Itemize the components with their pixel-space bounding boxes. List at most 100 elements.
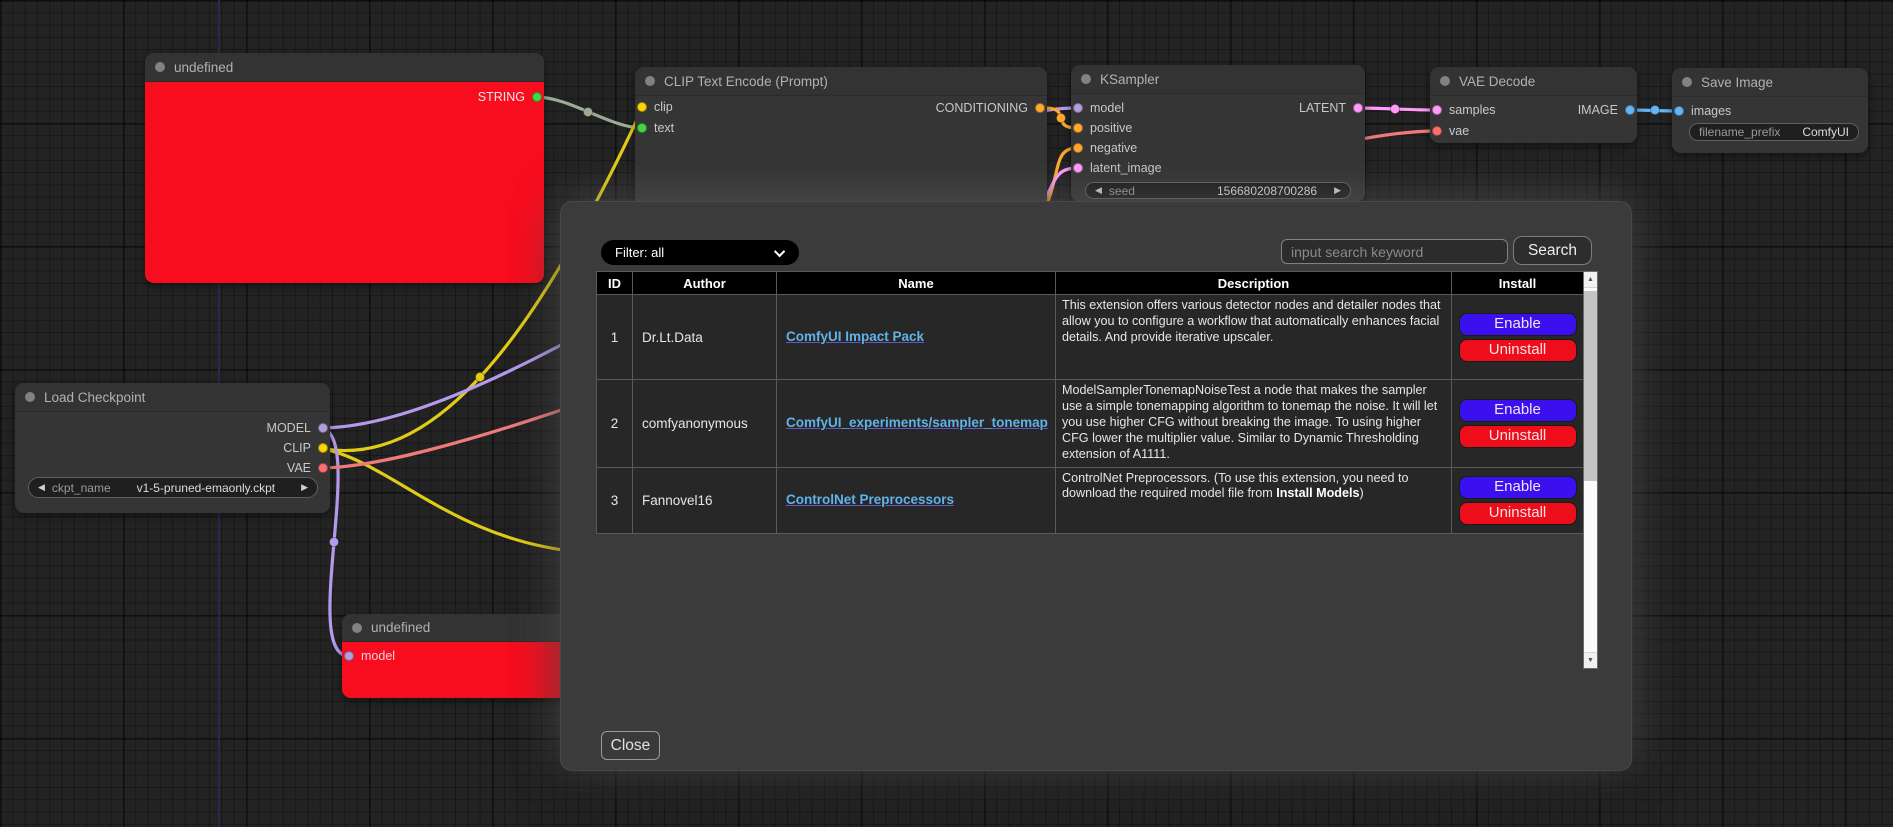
collapse-dot-icon[interactable]: [25, 392, 35, 402]
latent-slot-dot[interactable]: [1353, 103, 1363, 113]
node-title: undefined: [371, 620, 430, 635]
slot-label: images: [1691, 104, 1731, 118]
scrollbar-thumb[interactable]: [1584, 291, 1597, 481]
vae-slot-dot[interactable]: [318, 463, 328, 473]
model-slot-dot[interactable]: [1073, 103, 1083, 113]
node-title-bar[interactable]: undefined: [145, 53, 544, 82]
slot-label: model: [1090, 101, 1124, 115]
cell-install: Enable Uninstall: [1452, 467, 1584, 533]
input-slot-samples: samples: [1432, 102, 1496, 118]
collapse-dot-icon[interactable]: [1682, 77, 1692, 87]
model-slot-dot[interactable]: [318, 423, 328, 433]
ckpt-name-widget[interactable]: ◀ ckpt_name v1-5-pruned-emaonly.ckpt ▶: [28, 477, 318, 498]
node-title-bar[interactable]: VAE Decode: [1430, 67, 1637, 96]
link-midpoint-dot[interactable]: [329, 537, 338, 546]
scroll-down-icon[interactable]: ▼: [1584, 652, 1597, 668]
collapse-dot-icon[interactable]: [352, 623, 362, 633]
cell-description: ControlNet Preprocessors. (To use this e…: [1056, 467, 1452, 533]
node-title-bar[interactable]: KSampler: [1071, 65, 1365, 94]
image-slot-dot[interactable]: [1625, 105, 1635, 115]
cell-install: Enable Uninstall: [1452, 380, 1584, 468]
negative-slot-dot[interactable]: [1073, 143, 1083, 153]
extension-link[interactable]: ControlNet Preprocessors: [786, 492, 954, 507]
widget-name: filename_prefix: [1699, 125, 1780, 139]
node-title: undefined: [174, 60, 233, 75]
collapse-dot-icon[interactable]: [1081, 74, 1091, 84]
extension-table: ID Author Name Description Install 1 Dr.…: [596, 271, 1584, 534]
latent-image-slot-dot[interactable]: [1073, 163, 1083, 173]
vae-slot-dot[interactable]: [1432, 126, 1442, 136]
conditioning-slot-dot[interactable]: [1035, 103, 1045, 113]
collapse-dot-icon[interactable]: [155, 62, 165, 72]
col-header-id: ID: [597, 272, 633, 295]
uninstall-button[interactable]: Uninstall: [1459, 502, 1577, 525]
decrement-arrow-icon[interactable]: ◀: [38, 483, 45, 492]
collapse-dot-icon[interactable]: [1440, 76, 1450, 86]
input-slot-text: text: [637, 120, 674, 136]
enable-button[interactable]: Enable: [1459, 399, 1577, 422]
link-midpoint-dot[interactable]: [475, 372, 484, 381]
seed-widget[interactable]: ◀ seed 156680208700286 ▶: [1085, 182, 1351, 199]
cell-id: 2: [597, 380, 633, 468]
slot-label: model: [361, 649, 395, 663]
enable-button[interactable]: Enable: [1459, 476, 1577, 499]
search-button[interactable]: Search: [1513, 236, 1592, 265]
uninstall-button[interactable]: Uninstall: [1459, 425, 1577, 448]
text-slot-dot[interactable]: [637, 123, 647, 133]
filter-dropdown[interactable]: Filter: all: [601, 240, 799, 265]
cell-description: ModelSamplerTonemapNoiseTest a node that…: [1056, 380, 1452, 468]
increment-arrow-icon[interactable]: ▶: [301, 483, 308, 492]
node-save-image[interactable]: Save Image images filename_prefix ComfyU…: [1672, 68, 1868, 153]
cell-author: Dr.Lt.Data: [633, 295, 777, 380]
table-scrollbar[interactable]: ▲ ▼: [1583, 271, 1598, 669]
string-slot-dot[interactable]: [532, 92, 542, 102]
node-ksampler[interactable]: KSampler model positive negative latent_…: [1071, 65, 1365, 202]
output-slot-image: IMAGE: [1578, 102, 1635, 118]
output-slot-vae: VAE: [287, 460, 328, 476]
slot-label: CONDITIONING: [936, 101, 1028, 115]
extension-link[interactable]: ComfyUI_experiments/sampler_tonemap: [786, 415, 1048, 430]
input-slot-images: images: [1674, 103, 1731, 119]
clip-slot-dot[interactable]: [318, 443, 328, 453]
extension-manager-dialog: Filter: all Search ID Author Name Descri…: [560, 201, 1632, 771]
model-slot-dot[interactable]: [344, 651, 354, 661]
close-button[interactable]: Close: [601, 731, 660, 760]
node-clip-text-encode[interactable]: CLIP Text Encode (Prompt) clip text COND…: [635, 67, 1047, 207]
chevron-down-icon: [774, 245, 785, 256]
increment-arrow-icon[interactable]: ▶: [1334, 186, 1341, 195]
widget-value: 156680208700286: [1142, 184, 1327, 198]
node-graph-canvas[interactable]: undefined STRING CLIP Text Encode (Promp…: [0, 0, 1893, 827]
clip-slot-dot[interactable]: [637, 102, 647, 112]
node-undefined-top[interactable]: undefined STRING: [145, 53, 544, 283]
positive-slot-dot[interactable]: [1073, 123, 1083, 133]
scroll-up-icon[interactable]: ▲: [1584, 272, 1597, 288]
link-midpoint-dot[interactable]: [1390, 104, 1399, 113]
search-input[interactable]: [1281, 239, 1508, 264]
slot-label: latent_image: [1090, 161, 1162, 175]
filename-prefix-widget[interactable]: filename_prefix ComfyUI: [1689, 123, 1859, 141]
node-title-bar[interactable]: CLIP Text Encode (Prompt): [635, 67, 1047, 96]
images-slot-dot[interactable]: [1674, 106, 1684, 116]
link-midpoint-dot[interactable]: [1056, 113, 1065, 122]
uninstall-button[interactable]: Uninstall: [1459, 339, 1577, 362]
node-load-checkpoint[interactable]: Load Checkpoint MODEL CLIP VAE ◀ ckpt_na…: [15, 383, 330, 513]
input-slot-model: model: [1073, 100, 1124, 116]
slot-label: MODEL: [267, 421, 311, 435]
link-midpoint-dot[interactable]: [583, 107, 592, 116]
cell-author: comfyanonymous: [633, 380, 777, 468]
link-midpoint-dot[interactable]: [1650, 105, 1659, 114]
output-slot-model: MODEL: [267, 420, 328, 436]
samples-slot-dot[interactable]: [1432, 105, 1442, 115]
table-row: 2 comfyanonymous ComfyUI_experiments/sam…: [597, 380, 1584, 468]
slot-label: clip: [654, 100, 673, 114]
collapse-dot-icon[interactable]: [645, 76, 655, 86]
node-title-bar[interactable]: Save Image: [1672, 68, 1868, 97]
enable-button[interactable]: Enable: [1459, 313, 1577, 336]
table-header-row: ID Author Name Description Install: [597, 272, 1584, 295]
node-title: VAE Decode: [1459, 74, 1535, 89]
decrement-arrow-icon[interactable]: ◀: [1095, 186, 1102, 195]
col-header-author: Author: [633, 272, 777, 295]
extension-link[interactable]: ComfyUI Impact Pack: [786, 329, 924, 344]
node-title-bar[interactable]: Load Checkpoint: [15, 383, 330, 412]
node-vae-decode[interactable]: VAE Decode samples vae IMAGE: [1430, 67, 1637, 143]
